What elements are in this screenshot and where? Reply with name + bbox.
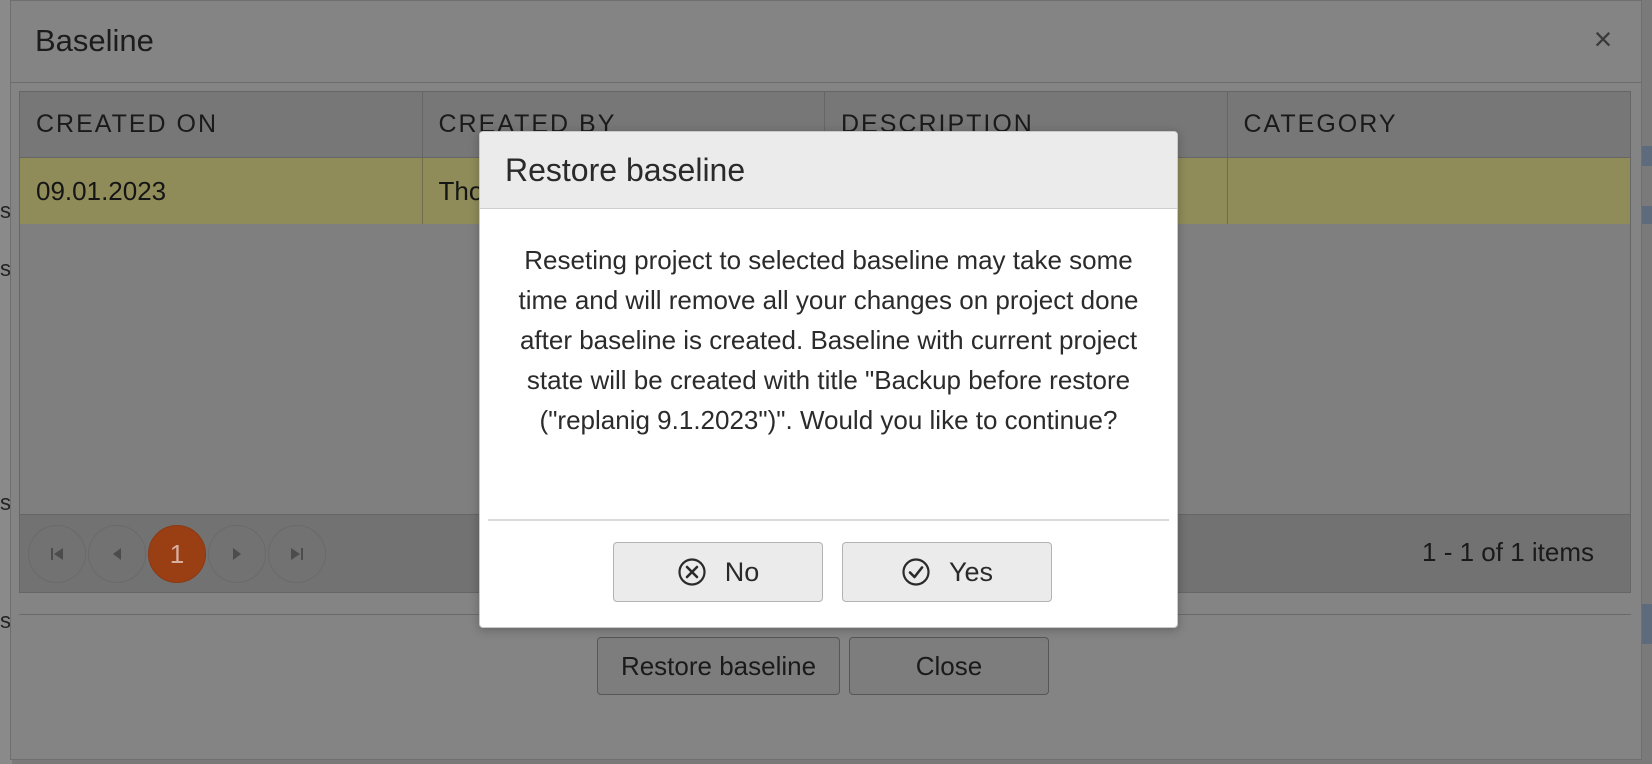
no-button[interactable]: No [613,542,823,602]
close-circle-icon [678,558,706,586]
window-header: Baseline × [11,1,1641,83]
dialog-message-line: ("replanig 9.1.2023")". Would you like t… [539,405,1118,435]
no-button-label: No [724,556,760,587]
close-icon[interactable]: × [1587,23,1619,55]
prev-page-icon[interactable] [88,525,146,583]
dialog-header: Restore baseline [480,132,1177,209]
dialog-message: Reseting project to selected baseline ma… [488,240,1169,440]
page-button-current[interactable]: 1 [148,525,206,583]
check-circle-icon [902,558,930,586]
column-header-created-on[interactable]: CREATED ON [20,92,423,158]
restore-baseline-dialog: Restore baseline Reseting project to sel… [479,131,1178,628]
window-title: Baseline [35,23,154,58]
next-page-icon[interactable] [208,525,266,583]
background-marker [1642,146,1652,166]
last-page-icon[interactable] [268,525,326,583]
column-header-category[interactable]: CATEGORY [1228,92,1631,158]
first-page-icon[interactable] [28,525,86,583]
background-marker [1642,604,1652,644]
background-marker [1642,206,1652,224]
dialog-message-line: Reseting project to selected baseline ma… [524,245,1133,275]
pager-info: 1 - 1 of 1 items [1422,537,1594,567]
dialog-divider [488,519,1169,521]
dialog-message-line: state will be created with title "Backup… [526,365,1131,395]
yes-button-label: Yes [948,556,994,587]
yes-button[interactable]: Yes [842,542,1052,602]
dialog-message-line: time and will remove all your changes on… [518,285,1139,315]
cell-created-on: 09.01.2023 [20,158,423,224]
close-button[interactable]: Close [849,637,1049,695]
dialog-title: Restore baseline [505,152,746,188]
dialog-message-line: after baseline is created. Baseline with… [519,325,1138,355]
cell-category [1228,158,1631,224]
restore-baseline-button[interactable]: Restore baseline [597,637,840,695]
